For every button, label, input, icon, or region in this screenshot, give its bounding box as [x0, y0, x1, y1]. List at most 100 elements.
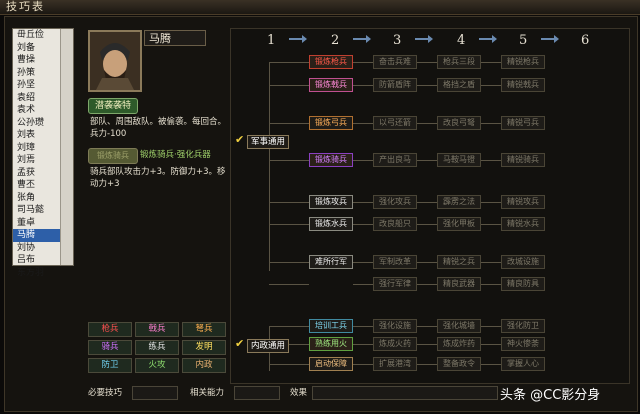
level-header-6: 6 [581, 33, 590, 48]
effect1-description: 部队、周围敌队。被偷袭。每回合。兵力-100 [90, 117, 227, 139]
officer-list[interactable]: 毌丘俭 刘备 曹操 孙策 孙坚 袁绍 袁术 公孙瓒 刘表 刘璋 刘焉 孟获 曹丕 张角 司马懿 董卓 马腾 刘协吕… [12, 28, 74, 278]
connector-line [269, 123, 309, 124]
level-header-4: 4 [457, 33, 466, 48]
skill-node[interactable]: 启动保障 [309, 357, 353, 371]
connector-line [269, 160, 309, 161]
skill-node[interactable]: 以弓还箭 [373, 116, 417, 130]
connector-line [481, 224, 501, 225]
title-bar: 技巧表 [0, 0, 640, 15]
connector-line [417, 326, 437, 327]
connector-line [481, 262, 501, 263]
watermark: 头条 @CC影分身 [500, 388, 601, 403]
skill-node[interactable]: 精良武器 [437, 277, 481, 291]
connector-line [353, 326, 373, 327]
skill-node[interactable]: 强化攻兵 [373, 195, 417, 209]
skill-node[interactable]: 防箭盾阵 [373, 78, 417, 92]
connector-line [353, 284, 373, 285]
connector-line [417, 284, 437, 285]
skill-node[interactable]: 强行军律 [373, 277, 417, 291]
category-button-5[interactable]: 发明 [182, 340, 226, 355]
skill-node[interactable]: 锻炼戟兵 [309, 78, 353, 92]
skill-node[interactable]: 神火惨荼 [501, 337, 545, 351]
skill-node[interactable]: 难所行军 [309, 255, 353, 269]
skill-node[interactable]: 强化防卫 [501, 319, 545, 333]
skill-node[interactable]: 整备政令 [437, 357, 481, 371]
skill-node[interactable]: 精锐弓兵 [501, 116, 545, 130]
category-button-1[interactable]: 戟兵 [135, 322, 179, 337]
skill-node[interactable]: 精锐水兵 [501, 217, 545, 231]
skill-node[interactable]: 强化城墙 [437, 319, 481, 333]
domestic-general-node[interactable]: 内政通用 [247, 339, 290, 353]
effect-label: 效果 [290, 388, 308, 398]
skill-node[interactable]: 精锐枪兵 [501, 55, 545, 69]
skill-node[interactable]: 掌握人心 [501, 357, 545, 371]
connector-line [481, 202, 501, 203]
skill-node[interactable]: 扩展港湾 [373, 357, 417, 371]
skill-node[interactable]: 马鞍马镫 [437, 153, 481, 167]
level-arrow-icon [541, 35, 559, 43]
category-grid: 枪兵 戟兵 弩兵骑兵 练兵 发明防卫 火攻 内政 [88, 322, 228, 373]
skill-node[interactable]: 霹雳之法 [437, 195, 481, 209]
skill-node[interactable]: 炼成火药 [373, 337, 417, 351]
skill-node[interactable]: 炼成炸药 [437, 337, 481, 351]
connector-line [269, 224, 309, 225]
skill-node[interactable]: 改城设施 [501, 255, 545, 269]
effect2-title: 锻炼骑兵·强化兵器 [140, 150, 211, 160]
connector-line [353, 224, 373, 225]
skill-node[interactable]: 改良弓弩 [437, 116, 481, 130]
connector-line [417, 224, 437, 225]
connector-line [353, 364, 373, 365]
skill-node[interactable]: 精锐攻兵 [501, 195, 545, 209]
skill-node[interactable]: 格挡之盾 [437, 78, 481, 92]
connector-line [481, 62, 501, 63]
effect2-badge: 锻炼骑兵 [88, 148, 138, 164]
connector-line [269, 262, 309, 263]
level-arrow-icon [479, 35, 497, 43]
window-title: 技巧表 [6, 0, 45, 13]
skill-node[interactable]: 改良船只 [373, 217, 417, 231]
category-button-7[interactable]: 火攻 [135, 358, 179, 373]
skill-node[interactable]: 锻炼骑兵 [309, 153, 353, 167]
officer-list-item[interactable]: 东方羽 [13, 267, 73, 280]
connector-line [269, 326, 309, 327]
skill-node[interactable]: 熟练用火 [309, 337, 353, 351]
skill-node[interactable]: 锻炼水兵 [309, 217, 353, 231]
skill-node[interactable]: 军制改革 [373, 255, 417, 269]
connector-line [353, 160, 373, 161]
skill-node[interactable]: 锻炼攻兵 [309, 195, 353, 209]
officer-list-scrollbar[interactable] [60, 29, 73, 265]
category-button-0[interactable]: 枪兵 [88, 322, 132, 337]
checkmark-icon: ✔ [235, 337, 245, 350]
skill-node[interactable]: 精锐戟兵 [501, 78, 545, 92]
level-arrow-icon [289, 35, 307, 43]
skill-node[interactable]: 强化设施 [373, 319, 417, 333]
category-button-8[interactable]: 内政 [182, 358, 226, 373]
connector-line [353, 123, 373, 124]
connector-line [481, 284, 501, 285]
skill-node[interactable]: 奋击兵难 [373, 55, 417, 69]
officer-portrait [88, 30, 142, 92]
related-ability-field [234, 386, 280, 400]
level-header-3: 3 [393, 33, 402, 48]
skill-node[interactable]: 枪兵三段 [437, 55, 481, 69]
related-ability-label: 相关能力 [190, 388, 225, 398]
effect2-description: 骑兵部队攻击力+3。防御力+3。移动力+3 [90, 167, 226, 189]
connector-line [417, 364, 437, 365]
category-button-4[interactable]: 练兵 [135, 340, 179, 355]
skill-node[interactable]: 锻炼枪兵 [309, 55, 353, 69]
connector-line [269, 85, 309, 86]
skill-node[interactable]: 锻炼弓兵 [309, 116, 353, 130]
level-header-2: 2 [331, 33, 340, 48]
skill-node[interactable]: 精锐之兵 [437, 255, 481, 269]
category-button-3[interactable]: 骑兵 [88, 340, 132, 355]
category-button-6[interactable]: 防卫 [88, 358, 132, 373]
skill-node[interactable]: 精良防具 [501, 277, 545, 291]
skill-node[interactable]: 产出良马 [373, 153, 417, 167]
skill-node[interactable]: 精锐骑兵 [501, 153, 545, 167]
skill-node[interactable]: 强化甲板 [437, 217, 481, 231]
effect1-badge: 潜袭袭特 [88, 98, 138, 114]
connector-line [269, 364, 309, 365]
skill-node[interactable]: 培训工兵 [309, 319, 353, 333]
military-general-node[interactable]: 军事通用 [247, 135, 290, 149]
category-button-2[interactable]: 弩兵 [182, 322, 226, 337]
